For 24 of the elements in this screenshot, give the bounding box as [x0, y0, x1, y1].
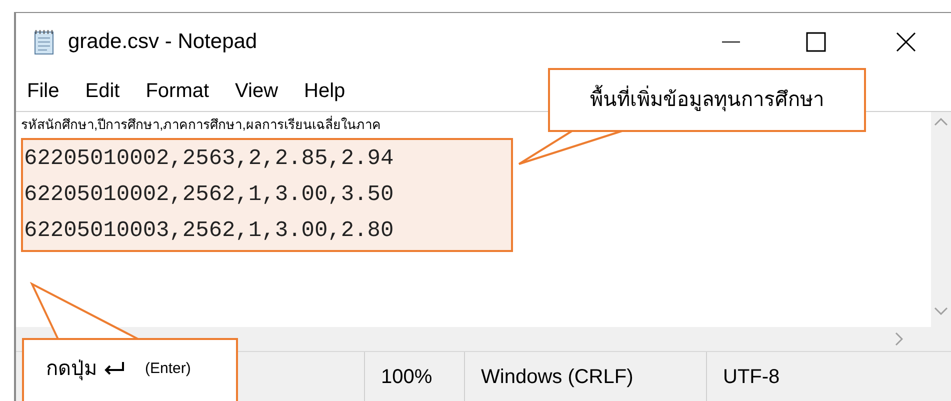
close-icon	[896, 32, 916, 52]
window-title: grade.csv - Notepad	[68, 29, 258, 56]
enter-key-icon	[103, 362, 125, 376]
menu-item[interactable]: View	[235, 76, 278, 106]
menu-item[interactable]: Format	[146, 76, 210, 106]
text-line: รหัสนักศึกษา,ปีการศึกษา,ภาคการศึกษา,ผลการเรียนเฉลี่ยในภาค	[21, 116, 381, 134]
menu-item[interactable]: Help	[304, 76, 346, 106]
text-line: 62205010002,2563,2,2.85,2.94	[24, 145, 394, 173]
maximize-icon	[806, 32, 826, 52]
minimize-icon	[722, 41, 740, 43]
scroll-up-icon	[934, 118, 948, 126]
status-text: 100%	[381, 364, 432, 390]
menu-item[interactable]: File	[27, 76, 60, 106]
text-line: 62205010003,2562,1,3.00,2.80	[24, 217, 394, 245]
scroll-down-icon	[934, 307, 948, 315]
scroll-right-icon	[895, 332, 903, 346]
callout-text: (Enter)	[145, 358, 191, 379]
callout-text: พื้นที่เพิ่มข้อมูลทุนการศึกษา	[590, 85, 824, 115]
text-line: 62205010002,2562,1,3.00,3.50	[24, 181, 394, 209]
status-text: UTF-8	[723, 364, 780, 390]
notepad-icon	[32, 29, 56, 55]
status-text: Windows (CRLF)	[481, 364, 634, 390]
menu-item[interactable]: Edit	[85, 76, 120, 106]
callout-text: กดปุ่ม	[46, 357, 97, 382]
